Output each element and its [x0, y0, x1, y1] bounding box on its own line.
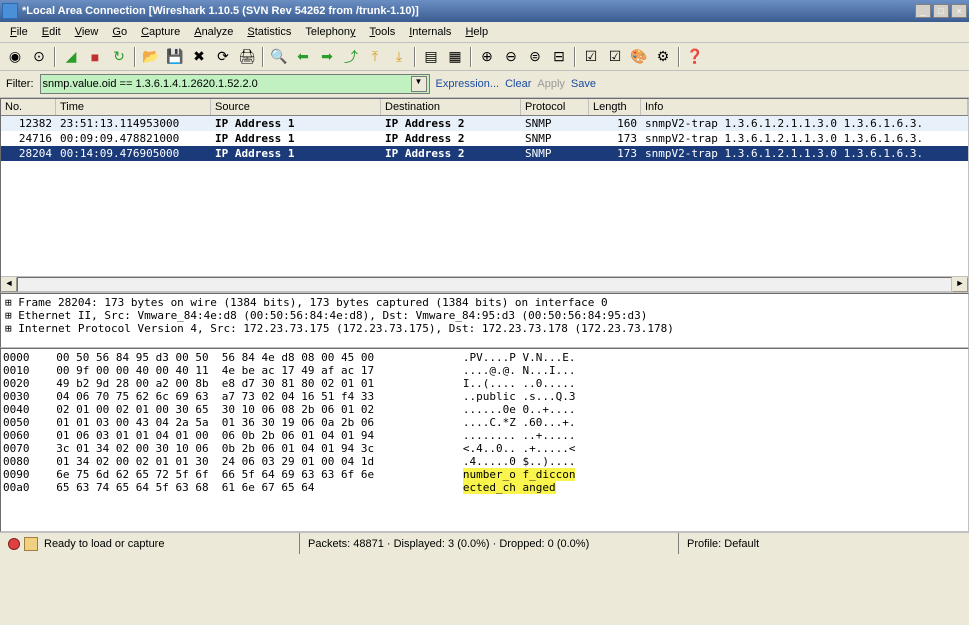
- print-icon[interactable]: 🖨: [236, 46, 258, 68]
- table-row[interactable]: 2471600:09:09.478821000IP Address 1IP Ad…: [1, 131, 968, 146]
- wireshark-icon: [2, 3, 18, 19]
- hex-line[interactable]: 0090 6e 75 6d 62 65 72 5f 6f 66 5f 64 69…: [3, 468, 966, 481]
- col-time[interactable]: Time: [56, 99, 211, 115]
- filter-bar: Filter: ▼ Expression... Clear Apply Save: [0, 71, 969, 98]
- resize-cols-icon[interactable]: ⊟: [548, 46, 570, 68]
- packet-list-header: No. Time Source Destination Protocol Len…: [1, 99, 968, 116]
- packet-list-scrollbar[interactable]: ◄ ►: [1, 276, 968, 292]
- col-destination[interactable]: Destination: [381, 99, 521, 115]
- statusbar: Ready to load or capture Packets: 48871 …: [0, 532, 969, 554]
- zoom-in-icon[interactable]: ⊕: [476, 46, 498, 68]
- packet-details-pane[interactable]: ⊞ Frame 28204: 173 bytes on wire (1384 b…: [0, 293, 969, 348]
- zoom-reset-icon[interactable]: ⊜: [524, 46, 546, 68]
- close-button[interactable]: ×: [951, 4, 967, 18]
- close-file-icon[interactable]: ✖: [188, 46, 210, 68]
- col-protocol[interactable]: Protocol: [521, 99, 589, 115]
- status-packets: Packets: 48871 · Displayed: 3 (0.0%) · D…: [300, 533, 679, 554]
- maximize-button[interactable]: □: [933, 4, 949, 18]
- zoom-out-icon[interactable]: ⊖: [500, 46, 522, 68]
- menu-view[interactable]: View: [69, 24, 105, 40]
- help-icon[interactable]: ❓: [684, 46, 706, 68]
- detail-line[interactable]: ⊞ Internet Protocol Version 4, Src: 172.…: [5, 322, 964, 335]
- expression-button[interactable]: Expression...: [436, 78, 500, 90]
- find-icon[interactable]: 🔍: [268, 46, 290, 68]
- open-icon[interactable]: 📂: [140, 46, 162, 68]
- goto-icon[interactable]: ⤴: [340, 46, 362, 68]
- capture-led-icon: [8, 538, 20, 550]
- window-title: *Local Area Connection [Wireshark 1.10.5…: [22, 5, 915, 17]
- expert-info-icon[interactable]: [24, 537, 38, 551]
- hex-line[interactable]: 0060 01 06 03 01 01 04 01 00 06 0b 2b 06…: [3, 429, 966, 442]
- titlebar: *Local Area Connection [Wireshark 1.10.5…: [0, 0, 969, 22]
- clear-button[interactable]: Clear: [505, 78, 531, 90]
- last-icon[interactable]: ⤓: [388, 46, 410, 68]
- hex-line[interactable]: 00a0 65 63 74 65 64 5f 63 68 61 6e 67 65…: [3, 481, 966, 494]
- window-controls: _ □ ×: [915, 4, 967, 18]
- hex-line[interactable]: 0030 04 06 70 75 62 6c 69 63 a7 73 02 04…: [3, 390, 966, 403]
- menu-tools[interactable]: Tools: [364, 24, 402, 40]
- capture-filters-icon[interactable]: ☑: [580, 46, 602, 68]
- hex-line[interactable]: 0020 49 b2 9d 28 00 a2 00 8b e8 d7 30 81…: [3, 377, 966, 390]
- table-row[interactable]: 2820400:14:09.476905000IP Address 1IP Ad…: [1, 146, 968, 161]
- stop-capture-icon[interactable]: ■: [84, 46, 106, 68]
- status-ready: Ready to load or capture: [0, 533, 300, 554]
- menu-capture[interactable]: Capture: [135, 24, 186, 40]
- prefs-icon[interactable]: ⚙: [652, 46, 674, 68]
- col-length[interactable]: Length: [589, 99, 641, 115]
- hex-line[interactable]: 0010 00 9f 00 00 40 00 40 11 4e be ac 17…: [3, 364, 966, 377]
- packet-bytes-pane[interactable]: 0000 00 50 56 84 95 d3 00 50 56 84 4e d8…: [0, 348, 969, 532]
- reload-icon[interactable]: ⟳: [212, 46, 234, 68]
- scroll-right-icon[interactable]: ►: [952, 277, 968, 292]
- toolbar: ◉ ⊙ ◢ ■ ↻ 📂 💾 ✖ ⟳ 🖨 🔍 ⬅ ➡ ⤴ ⤒ ⤓ ▤ ▦ ⊕ ⊖ …: [0, 43, 969, 71]
- packet-list-pane: No. Time Source Destination Protocol Len…: [0, 98, 969, 293]
- save-button[interactable]: Save: [571, 78, 596, 90]
- forward-icon[interactable]: ➡: [316, 46, 338, 68]
- filter-input-wrapper: ▼: [40, 74, 430, 94]
- menubar: File Edit View Go Capture Analyze Statis…: [0, 22, 969, 43]
- hex-line[interactable]: 0000 00 50 56 84 95 d3 00 50 56 84 4e d8…: [3, 351, 966, 364]
- back-icon[interactable]: ⬅: [292, 46, 314, 68]
- status-packets-text: Packets: 48871 · Displayed: 3 (0.0%) · D…: [308, 538, 589, 550]
- col-no[interactable]: No.: [1, 99, 56, 115]
- col-info[interactable]: Info: [641, 99, 968, 115]
- display-filters-icon[interactable]: ☑: [604, 46, 626, 68]
- menu-go[interactable]: Go: [106, 24, 133, 40]
- interfaces-icon[interactable]: ◉: [4, 46, 26, 68]
- colorize-icon[interactable]: ▤: [420, 46, 442, 68]
- detail-line[interactable]: ⊞ Frame 28204: 173 bytes on wire (1384 b…: [5, 296, 964, 309]
- hex-line[interactable]: 0050 01 01 03 00 43 04 2a 5a 01 36 30 19…: [3, 416, 966, 429]
- hex-line[interactable]: 0070 3c 01 34 02 00 30 10 06 0b 2b 06 01…: [3, 442, 966, 455]
- packet-list-body[interactable]: 1238223:51:13.114953000IP Address 1IP Ad…: [1, 116, 968, 276]
- menu-statistics[interactable]: Statistics: [241, 24, 297, 40]
- menu-edit[interactable]: Edit: [36, 24, 67, 40]
- scroll-left-icon[interactable]: ◄: [1, 277, 17, 292]
- save-icon[interactable]: 💾: [164, 46, 186, 68]
- menu-analyze[interactable]: Analyze: [188, 24, 239, 40]
- detail-line[interactable]: ⊞ Ethernet II, Src: Vmware_84:4e:d8 (00:…: [5, 309, 964, 322]
- menu-telephony[interactable]: Telephony: [299, 24, 361, 40]
- filter-input[interactable]: [43, 78, 411, 90]
- table-row[interactable]: 1238223:51:13.114953000IP Address 1IP Ad…: [1, 116, 968, 131]
- first-icon[interactable]: ⤒: [364, 46, 386, 68]
- autoscroll-icon[interactable]: ▦: [444, 46, 466, 68]
- start-capture-icon[interactable]: ◢: [60, 46, 82, 68]
- menu-internals[interactable]: Internals: [403, 24, 457, 40]
- hex-line[interactable]: 0040 02 01 00 02 01 00 30 65 30 10 06 08…: [3, 403, 966, 416]
- status-profile[interactable]: Profile: Default: [679, 533, 969, 554]
- apply-button[interactable]: Apply: [537, 78, 565, 90]
- status-ready-text: Ready to load or capture: [44, 538, 164, 550]
- filter-dropdown-icon[interactable]: ▼: [411, 76, 427, 92]
- scroll-track[interactable]: [17, 277, 952, 292]
- menu-file[interactable]: File: [4, 24, 34, 40]
- minimize-button[interactable]: _: [915, 4, 931, 18]
- hex-line[interactable]: 0080 01 34 02 00 02 01 01 30 24 06 03 29…: [3, 455, 966, 468]
- options-icon[interactable]: ⊙: [28, 46, 50, 68]
- colorrules-icon[interactable]: 🎨: [628, 46, 650, 68]
- status-profile-text: Profile: Default: [687, 538, 759, 550]
- filter-label: Filter:: [6, 78, 34, 90]
- restart-capture-icon[interactable]: ↻: [108, 46, 130, 68]
- col-source[interactable]: Source: [211, 99, 381, 115]
- menu-help[interactable]: Help: [459, 24, 494, 40]
